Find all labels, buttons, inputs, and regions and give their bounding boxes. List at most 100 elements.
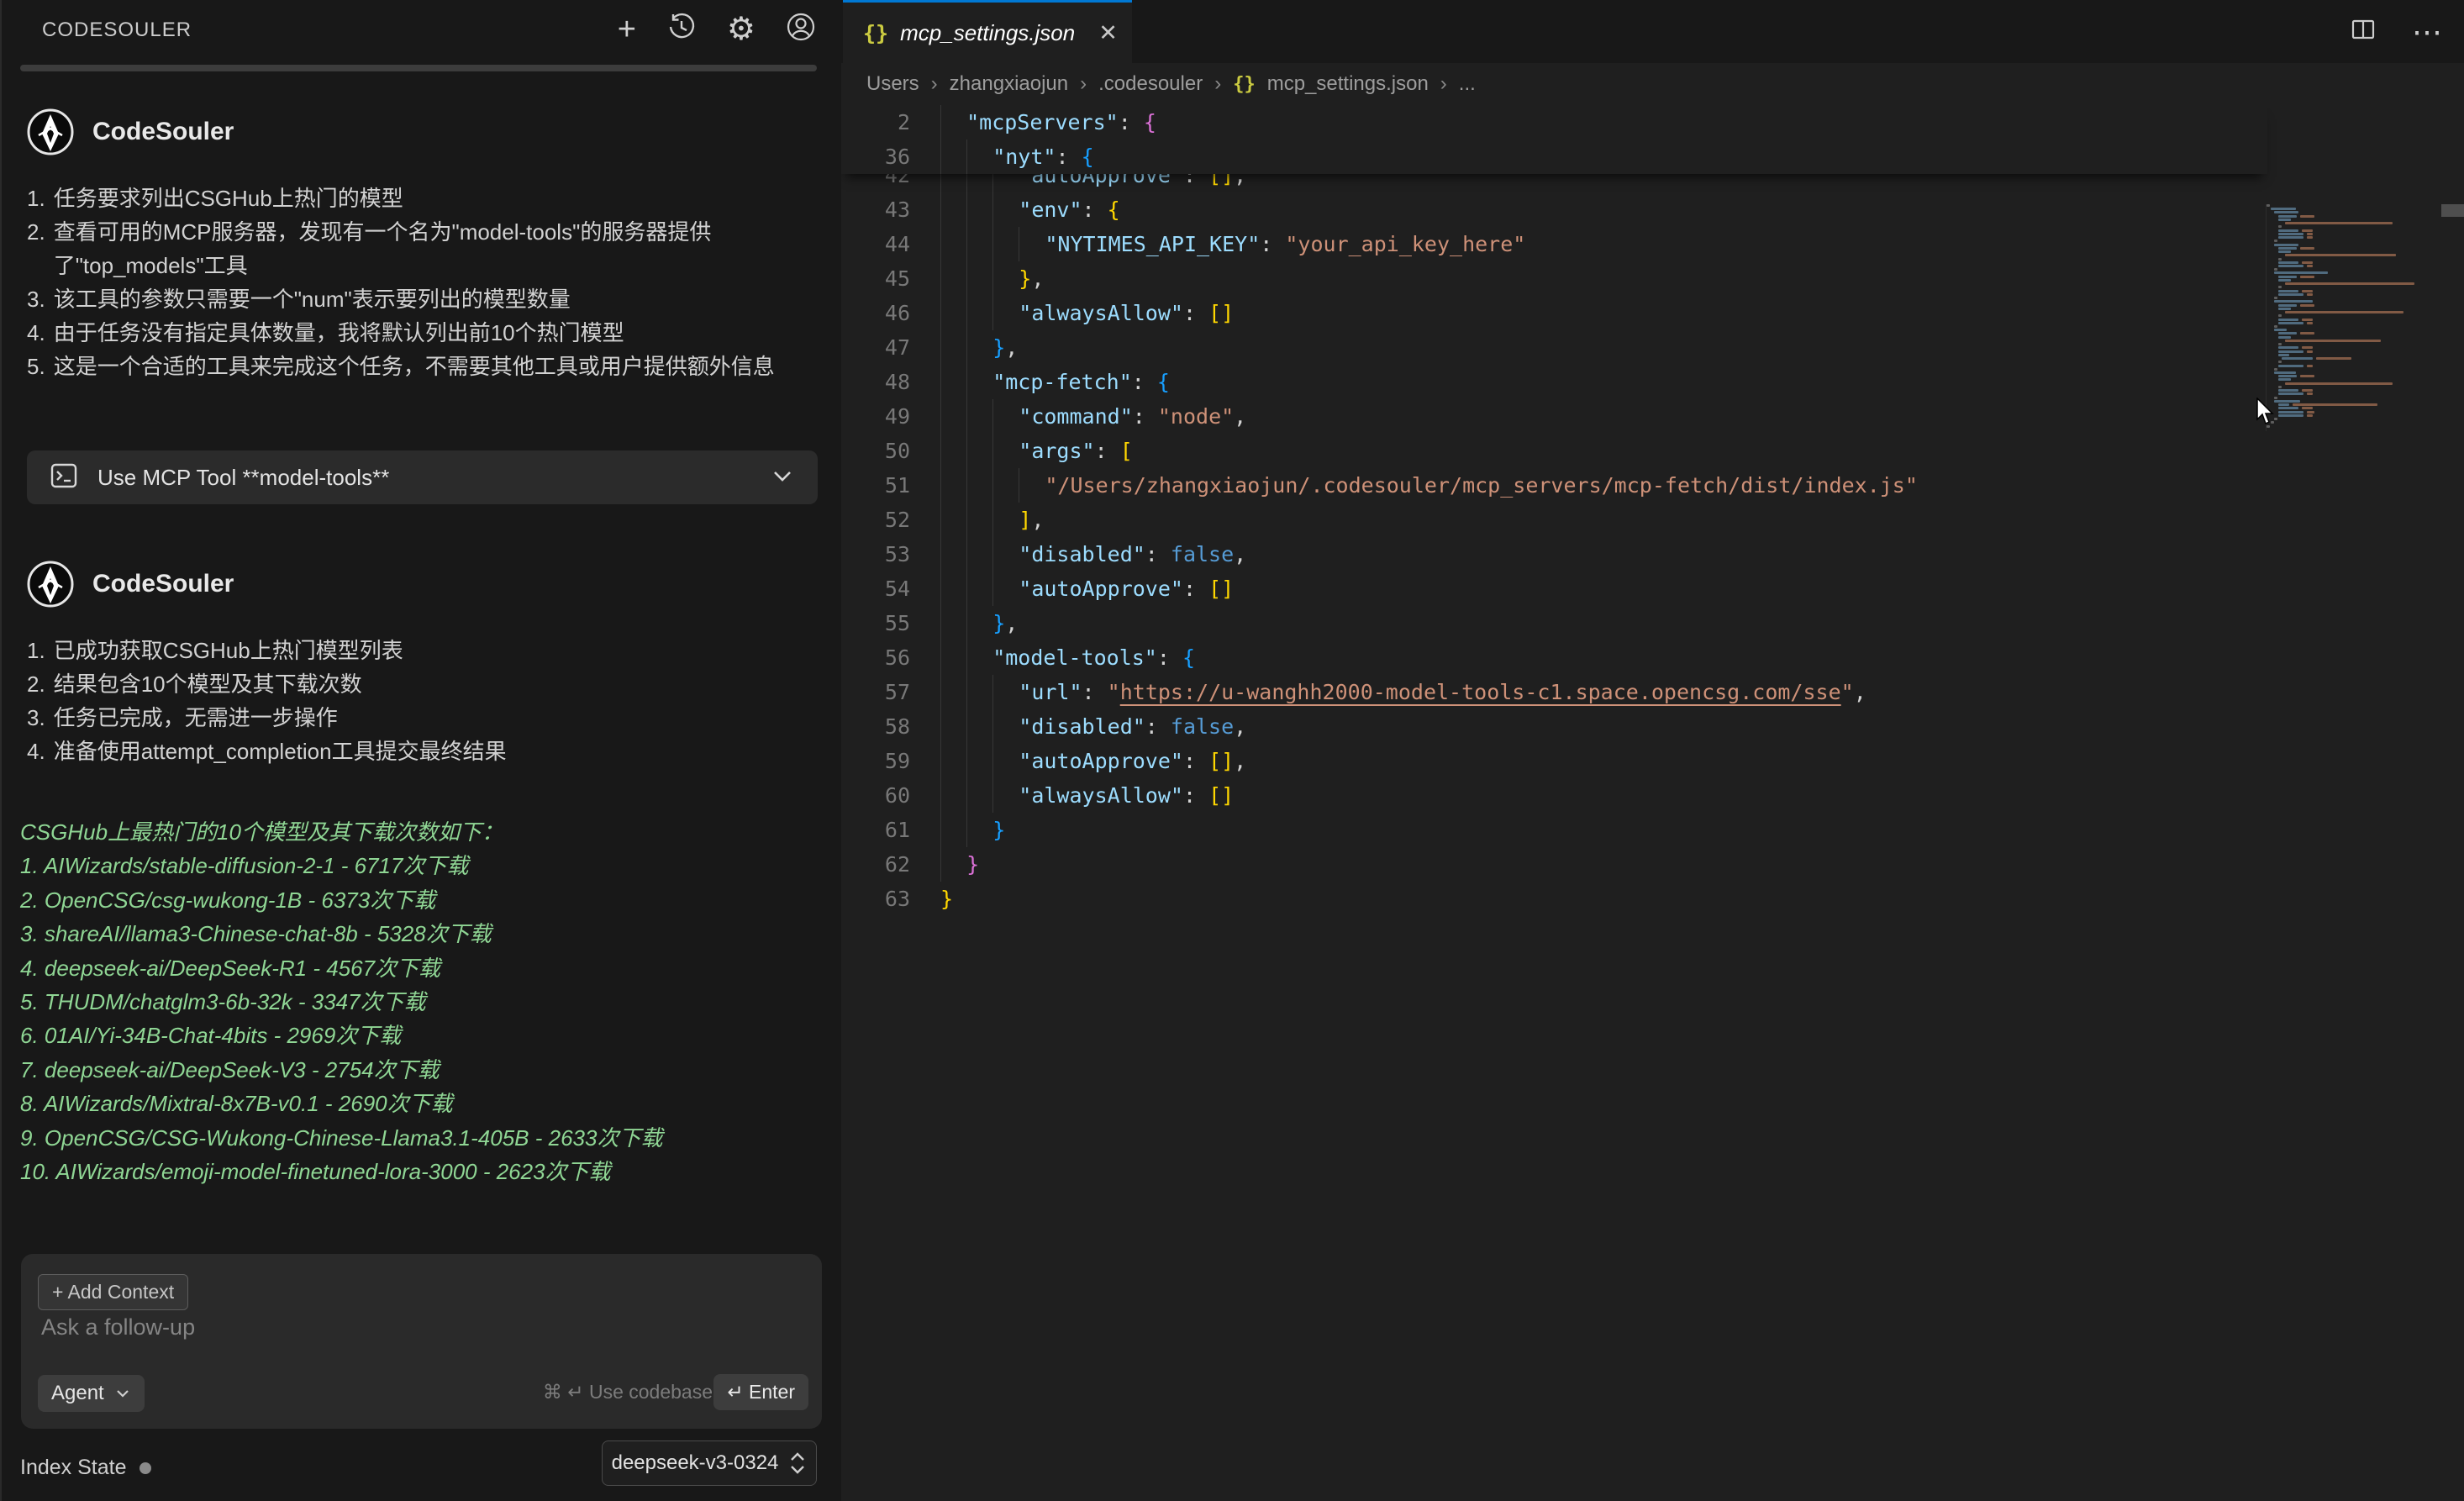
- code-text: "/Users/zhangxiaojun/.codesouler/mcp_ser…: [940, 468, 1918, 503]
- code-text: "command": "node",: [940, 399, 1246, 434]
- indent-guide: [940, 227, 966, 261]
- result-line: 2. OpenCSG/csg-wukong-1B - 6373次下载: [20, 883, 829, 917]
- indent-guide: [940, 571, 966, 606]
- codesouler-avatar: [27, 108, 74, 155]
- minimap-segment: [2300, 304, 2315, 307]
- minimap-row: [2278, 414, 2440, 417]
- minimap-segment: [2278, 314, 2282, 317]
- breadcrumb-item[interactable]: zhangxiaojun: [950, 72, 1068, 96]
- code-token: }: [966, 852, 979, 877]
- indent-guide: [966, 227, 992, 261]
- panel-title: CODESOULER: [42, 18, 192, 42]
- indent-guide: [992, 503, 1019, 537]
- minimap-segment: [2278, 336, 2291, 339]
- chat-composer[interactable]: + Add Context Ask a follow-up Agent ⌘ ↵ …: [21, 1254, 822, 1429]
- result-line: 6. 01AI/Yi-34B-Chat-4bits - 2969次下载: [20, 1019, 829, 1052]
- enter-label: Enter: [749, 1381, 795, 1403]
- breadcrumb-item[interactable]: mcp_settings.json: [1267, 72, 1429, 96]
- enter-button[interactable]: ↵ Enter: [713, 1374, 808, 1410]
- list-item-number: 5.: [27, 350, 45, 383]
- minimap-row: [2267, 204, 2440, 207]
- minimap-segment: [2278, 236, 2304, 239]
- mode-selector[interactable]: Agent: [38, 1375, 145, 1412]
- tab-mcp-settings[interactable]: {} mcp_settings.json ✕: [843, 0, 1132, 63]
- minimap-row: [2282, 282, 2440, 285]
- use-codebase-hint[interactable]: ⌘ ↵ Use codebase: [543, 1381, 713, 1404]
- code-text: },: [940, 330, 1018, 365]
- minimap-row: [2278, 350, 2440, 353]
- chevron-down-icon[interactable]: [769, 462, 796, 493]
- line-number: 63: [841, 882, 940, 916]
- code-line: 63}: [841, 882, 2262, 916]
- url-link[interactable]: https://u-wanghh2000-model-tools-c1.spac…: [1120, 680, 1841, 704]
- minimap-segment: [2278, 233, 2304, 235]
- followup-input[interactable]: Ask a follow-up: [41, 1314, 195, 1340]
- code-token: :: [1145, 714, 1171, 739]
- indent-guide: [966, 675, 992, 709]
- code-token: }: [992, 611, 1005, 635]
- code-line: 58"disabled": false,: [841, 709, 2262, 744]
- minimap[interactable]: [2267, 204, 2440, 429]
- code-token: :: [1183, 749, 1208, 773]
- minimap-segment: [2278, 225, 2282, 228]
- account-icon[interactable]: [786, 12, 816, 46]
- minimap-segment: [2278, 279, 2291, 282]
- minimap-row: [2274, 368, 2440, 371]
- minimap-row: [2278, 392, 2440, 395]
- message-list-item: 4.由于任务没有指定具体数量，我将默认列出前10个热门模型: [27, 316, 818, 350]
- minimap-segment: [2285, 254, 2396, 256]
- line-number: 55: [841, 606, 940, 640]
- minimap-segment: [2274, 240, 2277, 242]
- code-text: ],: [940, 503, 1044, 537]
- panel-toolbar: + ⚙: [618, 12, 816, 46]
- minimap-row: [2274, 325, 2440, 328]
- minimap-segment: [2300, 375, 2315, 377]
- new-chat-icon[interactable]: +: [618, 13, 636, 45]
- indent-guide: [966, 778, 992, 813]
- breadcrumb-item[interactable]: Users: [866, 72, 919, 96]
- index-state: Index State: [20, 1456, 151, 1480]
- minimap-segment: [2300, 215, 2315, 218]
- code-line: 36"nyt": {: [841, 140, 2267, 174]
- indent-guide: [940, 675, 966, 709]
- scrollbar-thumb[interactable]: [2441, 204, 2464, 217]
- code-line: 50"args": [: [841, 434, 2262, 468]
- split-editor-icon[interactable]: [2350, 16, 2377, 47]
- minimap-segment: [2285, 382, 2393, 385]
- indent-guide: [940, 192, 966, 227]
- add-context-button[interactable]: + Add Context: [38, 1274, 188, 1310]
- message-list: 1.任务要求列出CSGHub上热门的模型2.查看可用的MCP服务器，发现有一个名…: [27, 182, 818, 383]
- minimap-row: [2278, 286, 2440, 288]
- minimap-row: [2278, 308, 2440, 310]
- breadcrumb-item[interactable]: ...: [1459, 72, 1476, 96]
- minimap-segment: [2278, 265, 2304, 267]
- result-line: 4. deepseek-ai/DeepSeek-R1 - 4567次下载: [20, 951, 829, 985]
- model-selector[interactable]: deepseek-v3-0324: [602, 1440, 817, 1486]
- code-token: :: [1145, 542, 1171, 566]
- indent-guide: [992, 227, 1019, 261]
- code-area[interactable]: 42"autoApprove": [],43"env": {44"NYTIMES…: [841, 105, 2464, 1501]
- minimap-row: [2278, 215, 2440, 218]
- minimap-segment: [2307, 350, 2313, 353]
- code-lines: 42"autoApprove": [],43"env": {44"NYTIMES…: [841, 158, 2262, 916]
- close-icon[interactable]: ✕: [1098, 20, 1118, 46]
- code-line: 59"autoApprove": [],: [841, 744, 2262, 778]
- more-actions-icon[interactable]: ⋯: [2412, 14, 2442, 50]
- code-text: "url": "https://u-wanghh2000-model-tools…: [940, 675, 1866, 709]
- code-text: },: [940, 606, 1018, 640]
- settings-gear-icon[interactable]: ⚙: [727, 13, 756, 45]
- code-line: 53"disabled": false,: [841, 537, 2262, 571]
- minimap-segment: [2278, 286, 2282, 288]
- list-item-number: 4.: [27, 316, 45, 350]
- history-icon[interactable]: [666, 12, 697, 46]
- code-text: "args": [: [940, 434, 1133, 468]
- minimap-segment: [2278, 375, 2297, 377]
- code-token: "autoApprove": [1019, 577, 1183, 601]
- minimap-segment: [2278, 293, 2304, 296]
- code-token: ,: [1234, 404, 1246, 429]
- minimap-segment: [2274, 297, 2277, 299]
- minimap-row: [2282, 254, 2440, 256]
- breadcrumb-item[interactable]: .codesouler: [1098, 72, 1203, 96]
- mcp-tool-row[interactable]: Use MCP Tool **model-tools**: [27, 450, 818, 504]
- line-number: 50: [841, 434, 940, 468]
